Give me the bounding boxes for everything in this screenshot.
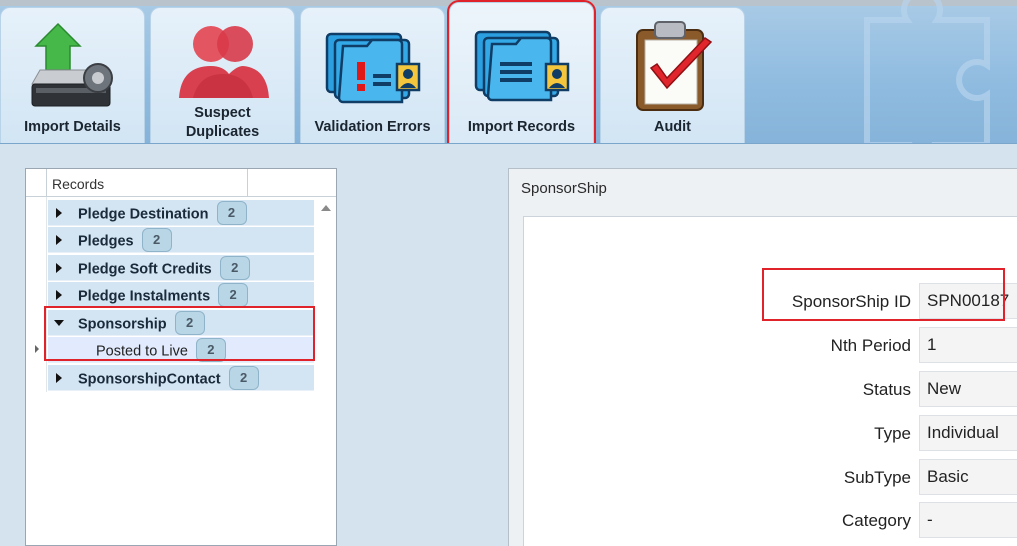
tree-row-pledge-destination[interactable]: Pledge Destination 2 [48, 200, 314, 226]
database-import-icon [31, 22, 113, 107]
ribbon-toolbar: Import Details Suspect Duplicates Validat… [0, 0, 1017, 144]
field-label-status: Status [862, 380, 911, 399]
tree-row-pledge-soft-credits[interactable]: Pledge Soft Credits 2 [48, 255, 314, 281]
field-value-nth-period[interactable]: 1 [919, 327, 1017, 363]
folder-records-icon [474, 30, 570, 102]
field-label-nth-period: Nth Period [830, 336, 911, 355]
field-value-type[interactable]: Individual [919, 415, 1017, 451]
tab-suspect-duplicates[interactable]: Suspect Duplicates [150, 7, 295, 143]
clipboard-check-icon [636, 21, 713, 111]
tree-header: Records [26, 169, 336, 197]
duplicate-people-icon [179, 26, 269, 98]
count-badge: 2 [218, 283, 249, 307]
tab-label: Audit [653, 119, 692, 135]
count-badge: 2 [141, 228, 172, 252]
tree-row-sponsorshipcontact[interactable]: SponsorshipContact 2 [48, 365, 314, 391]
expand-arrow-icon[interactable] [56, 373, 62, 383]
detail-panel-title: SponsorShip [521, 180, 607, 197]
sponsorship-id-highlight-box [762, 268, 1005, 321]
folder-error-icon [325, 32, 421, 104]
tree-header-title: Records [52, 176, 105, 192]
records-tree[interactable]: Records Pledge Destination 2 Pledges 2 Ple… [25, 168, 337, 546]
tree-header-corner [26, 169, 47, 196]
tab-validation-errors[interactable]: Validation Errors [300, 7, 445, 143]
tree-row-label: Pledge Destination 2 [78, 201, 247, 225]
field-label-type: Type [874, 424, 911, 443]
tree-row-label: Pledge Soft Credits 2 [78, 256, 250, 280]
puzzle-background-icon [864, 0, 990, 143]
tree-row-pledges[interactable]: Pledges 2 [48, 227, 314, 253]
field-value-category[interactable]: - [919, 502, 1017, 538]
tree-row-pledge-instalments[interactable]: Pledge Instalments 2 [48, 282, 314, 308]
sponsorship-highlight-box [44, 306, 315, 361]
tab-label: Import Records [467, 119, 576, 135]
field-label-subtype: SubType [843, 468, 911, 487]
expand-arrow-icon[interactable] [56, 290, 62, 300]
tree-header-separator [247, 169, 248, 196]
tab-label: Validation Errors [314, 119, 431, 135]
tree-row-label: Pledge Instalments 2 [78, 283, 249, 307]
expand-arrow-icon[interactable] [56, 235, 62, 245]
tab-import-details[interactable]: Import Details [0, 7, 145, 143]
detail-form: SponsorShip ID SPN00187 Nth Period 1 Sta… [523, 216, 1017, 546]
tree-row-label: SponsorshipContact 2 [78, 366, 259, 390]
expand-arrow-icon[interactable] [56, 263, 62, 273]
tab-label: Import Details [24, 119, 121, 135]
tab-label: Suspect Duplicates [185, 105, 260, 140]
field-value-status[interactable]: New [919, 371, 1017, 407]
count-badge: 2 [216, 201, 247, 225]
tab-audit[interactable]: Audit [600, 7, 745, 143]
expand-arrow-icon[interactable] [56, 208, 62, 218]
field-label-category: Category [842, 511, 911, 530]
row-indicator-icon [35, 345, 39, 353]
tab-import-records[interactable]: Import Records [447, 0, 596, 143]
scroll-up-arrow-icon[interactable] [321, 205, 331, 211]
tree-row-label: Pledges 2 [78, 228, 172, 252]
count-badge: 2 [228, 366, 259, 390]
sponsorship-detail-panel: SponsorShip SponsorShip ID SPN00187 Nth … [508, 168, 1017, 546]
tree-row-gutter [26, 197, 47, 392]
field-value-subtype[interactable]: Basic [919, 459, 1017, 495]
count-badge: 2 [219, 256, 250, 280]
